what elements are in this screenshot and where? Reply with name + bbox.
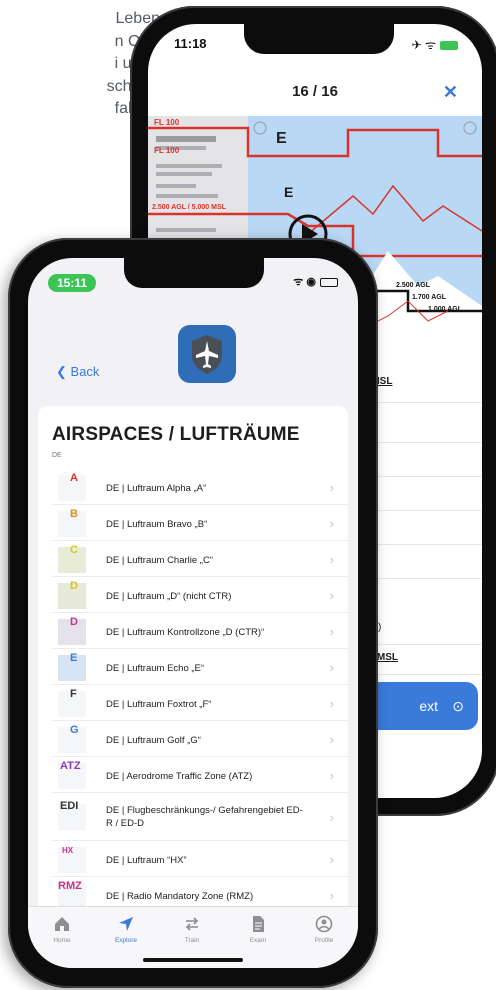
- chevron-right-icon: ›: [329, 768, 334, 783]
- list-item[interactable]: D DE | Luftraum Kontrollzone „D (CTR)“ ›: [52, 616, 348, 649]
- status-indicators: ✈ ᯤ: [412, 36, 458, 53]
- list-item-label: DE | Luftraum “HX”: [106, 855, 187, 866]
- signal-icon: ✈ ᯤ: [411, 38, 436, 52]
- list-item-label: DE | Luftraum „D“ (nicht CTR): [106, 591, 232, 602]
- back-button[interactable]: ❮ Back: [56, 364, 99, 380]
- front-phone-notch: [124, 258, 264, 288]
- list-item-label: DE | Luftraum Foxtrot „F“: [106, 699, 212, 710]
- list-item-label: DE | Luftraum Kontrollzone „D (CTR)“: [106, 627, 265, 638]
- battery-icon: [320, 277, 338, 287]
- chevron-right-icon: ›: [329, 810, 334, 825]
- status-time: 11:18: [174, 36, 207, 51]
- tab-home[interactable]: Home: [32, 915, 92, 944]
- page-title: AIRSPACES / LUFTRÄUME: [52, 424, 300, 445]
- fl-label: FL 100: [154, 146, 180, 155]
- airspace-letter: RMZ: [58, 880, 82, 892]
- chevron-right-icon: ›: [329, 516, 334, 531]
- list-item-label: DE | Luftraum Alpha „A“: [106, 483, 207, 494]
- list-item-label: DE | Flugbeschränkungs-/ Gefahrengebiet …: [106, 805, 303, 829]
- agl-msl-label: 2.500 AGL / 5.000 MSL: [152, 204, 226, 211]
- chevron-right-icon: ›: [329, 552, 334, 567]
- list-item[interactable]: D DE | Luftraum „D“ (nicht CTR) ›: [52, 580, 348, 613]
- list-item[interactable]: EDI DE | Flugbeschränkungs-/ Gefahrengeb…: [52, 796, 348, 841]
- battery-icon: [440, 41, 458, 51]
- fl-label: FL 100: [154, 118, 180, 127]
- airspace-letter: ATZ: [60, 760, 81, 772]
- list-item[interactable]: HX DE | Luftraum “HX” ›: [52, 844, 348, 877]
- tab-label: Profile: [314, 937, 334, 944]
- next-label: ext: [419, 698, 438, 714]
- list-item[interactable]: F DE | Luftraum Foxtrot „F“ ›: [52, 688, 348, 721]
- airspace-letter: F: [70, 688, 77, 700]
- list-item-label: DE | Luftraum Echo „E“: [106, 663, 205, 674]
- navigation-arrow-icon: [119, 917, 133, 931]
- airspace-letter: E: [70, 652, 78, 664]
- airspace-letter: A: [70, 472, 78, 484]
- airspace-letter: D: [70, 616, 78, 628]
- airspace-letter: HX: [62, 846, 74, 855]
- chevron-right-icon: ›: [329, 696, 334, 711]
- list-item[interactable]: A DE | Luftraum Alpha „A“ ›: [52, 472, 348, 505]
- airspace-letter: EDI: [60, 800, 79, 812]
- chevron-right-icon: ›: [329, 624, 334, 639]
- front-phone-screen: 15:11 ᯤ ◉ ❮ Back AIRSPACES / LUFTRÄUME D…: [28, 258, 358, 968]
- chevron-right-icon: ›: [329, 480, 334, 495]
- airspaces-card: AIRSPACES / LUFTRÄUME DE A DE | Luftraum…: [38, 406, 348, 946]
- list-item-label: DE | Aerodrome Traffic Zone (ATZ): [106, 771, 253, 782]
- tab-explore[interactable]: Explore: [96, 915, 156, 944]
- tab-train[interactable]: Train: [162, 915, 222, 944]
- chevron-right-icon: ›: [329, 852, 334, 867]
- list-item-label: DE | Luftraum Bravo „B“: [106, 519, 208, 530]
- chevron-right-icon: ›: [329, 660, 334, 675]
- arrow-circle-icon: ⊙: [452, 698, 464, 714]
- tab-label: Home: [53, 937, 71, 944]
- chevron-right-icon: ›: [329, 588, 334, 603]
- swap-arrows-icon: [185, 917, 199, 931]
- front-phone: 15:11 ᯤ ◉ ❮ Back AIRSPACES / LUFTRÄUME D…: [8, 238, 378, 988]
- list-item[interactable]: B DE | Luftraum Bravo „B“ ›: [52, 508, 348, 541]
- background-text-line: Leben: [115, 10, 161, 27]
- airspace-letter: D: [70, 580, 78, 592]
- chevron-right-icon: ›: [329, 888, 334, 903]
- document-icon: [253, 916, 264, 932]
- chevron-left-icon: ❮: [56, 364, 67, 379]
- home-icon: [55, 917, 69, 931]
- status-time: 15:11: [48, 274, 97, 292]
- airspace-letter: B: [70, 508, 78, 520]
- list-item-label: DE | Luftraum Golf „G“: [106, 735, 201, 746]
- tab-label: Exam: [249, 937, 267, 944]
- airplane-shield-icon: [178, 325, 236, 383]
- tab-label: Train: [184, 937, 200, 944]
- airspace-class-label: E: [276, 130, 287, 147]
- airspace-letter: G: [70, 724, 79, 736]
- airspace-letter: C: [70, 544, 78, 556]
- page-subtitle: DE: [52, 452, 62, 459]
- signal-icon: ᯤ ◉: [293, 276, 316, 288]
- page-indicator: 16 / 16: [292, 83, 338, 100]
- list-item[interactable]: C DE | Luftraum Charlie „C“ ›: [52, 544, 348, 577]
- list-item[interactable]: G DE | Luftraum Golf „G“ ›: [52, 724, 348, 757]
- list-item[interactable]: ATZ DE | Aerodrome Traffic Zone (ATZ) ›: [52, 760, 348, 793]
- tab-profile[interactable]: Profile: [294, 915, 354, 944]
- home-indicator[interactable]: [143, 958, 243, 962]
- tab-label: Explore: [114, 937, 138, 944]
- close-icon[interactable]: ✕: [443, 82, 458, 103]
- chevron-right-icon: ›: [329, 732, 334, 747]
- agl-value: 1.700 AGL: [412, 294, 446, 301]
- status-indicators: ᯤ ◉: [293, 274, 338, 289]
- airspace-class-label: E: [284, 184, 294, 200]
- profile-icon: [315, 915, 333, 933]
- list-item-label: DE | Radio Mandatory Zone (RMZ): [106, 891, 254, 902]
- list-item-label: DE | Luftraum Charlie „C“: [106, 555, 213, 566]
- agl-value: 2.500 AGL: [396, 282, 430, 289]
- back-phone-notch: [244, 24, 394, 54]
- tab-exam[interactable]: Exam: [228, 915, 288, 944]
- list-item[interactable]: E DE | Luftraum Echo „E“ ›: [52, 652, 348, 685]
- back-label: Back: [70, 364, 100, 379]
- agl-value: 1.000 AGL: [428, 306, 462, 313]
